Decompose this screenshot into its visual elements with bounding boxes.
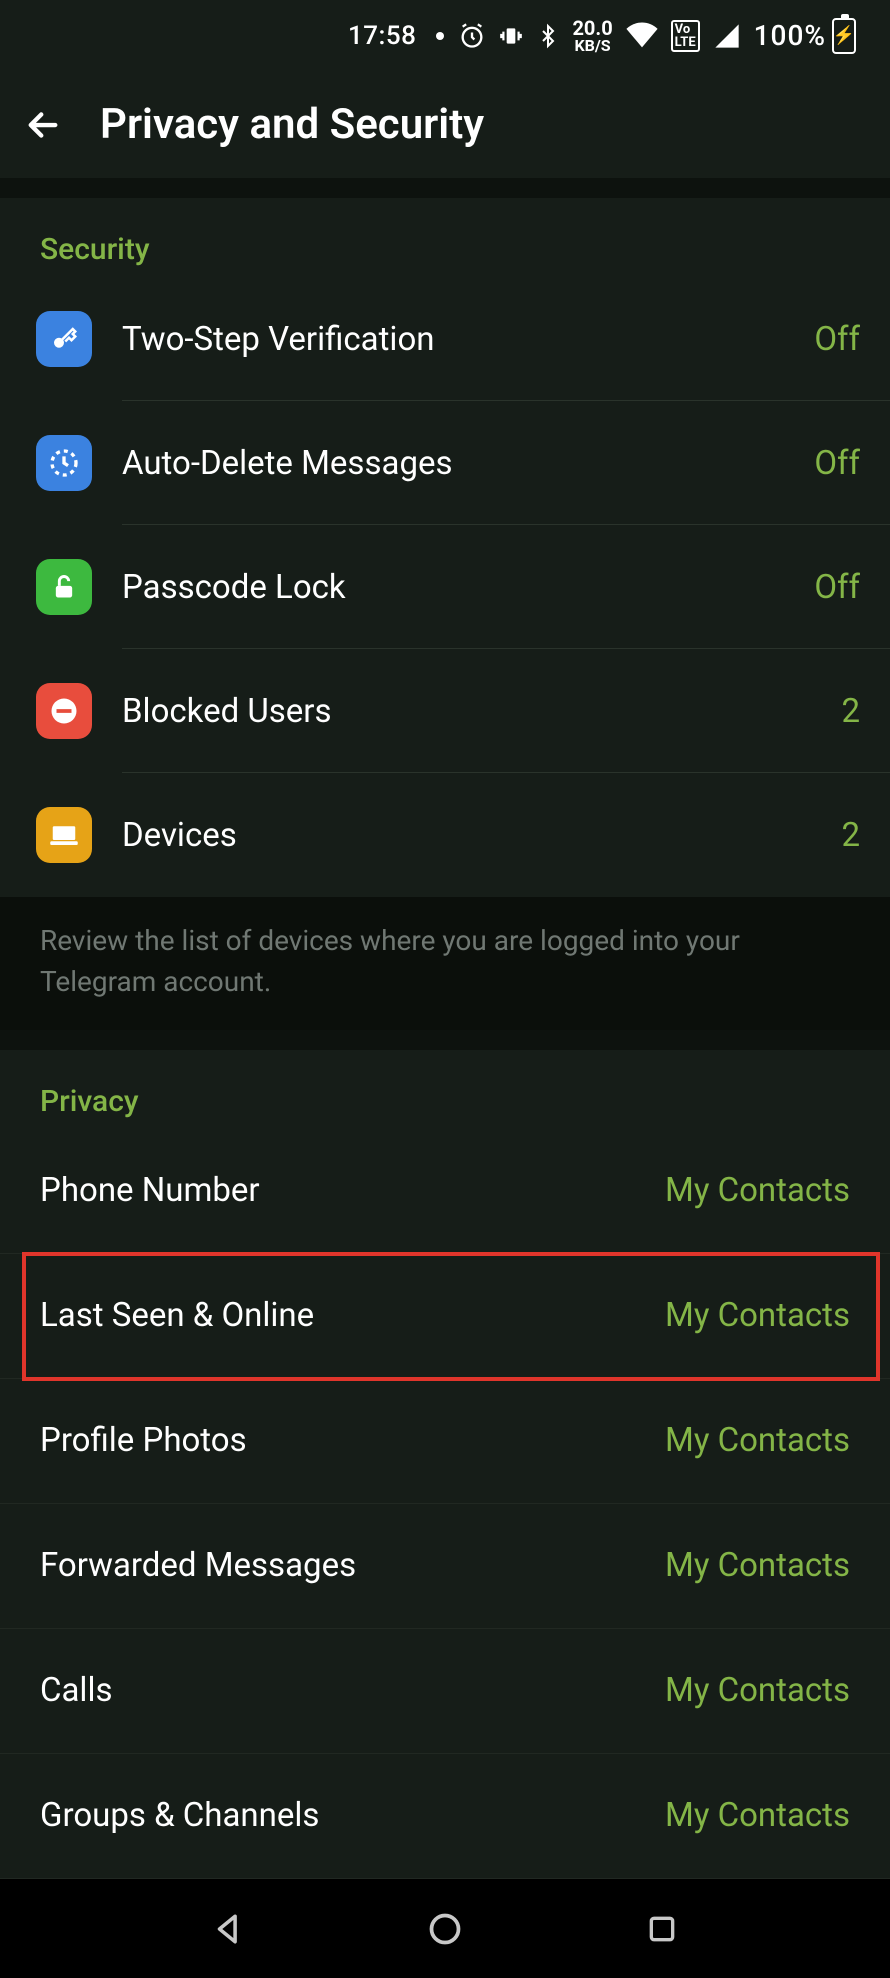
auto-delete-value: Off	[814, 444, 860, 483]
auto-delete-label: Auto-Delete Messages	[122, 444, 814, 483]
groups-value: My Contacts	[665, 1796, 850, 1835]
blocked-icon	[36, 683, 92, 739]
groups-label: Groups & Channels	[40, 1796, 319, 1835]
battery-percent: 100%	[754, 19, 826, 52]
last-seen-item[interactable]: Last Seen & Online My Contacts	[0, 1254, 890, 1379]
status-icons: 20.0 KB/S VoLTE 100% ⚡	[458, 18, 856, 54]
passcode-value: Off	[814, 568, 860, 607]
two-step-label: Two-Step Verification	[122, 320, 814, 359]
devices-icon	[36, 807, 92, 863]
security-section-title: Security	[0, 198, 890, 277]
status-time: 17:58	[348, 21, 416, 51]
phone-number-label: Phone Number	[40, 1171, 260, 1210]
android-nav-bar	[0, 1879, 890, 1978]
profile-photos-label: Profile Photos	[40, 1421, 247, 1460]
security-section: Security Two-Step Verification Off Auto-…	[0, 198, 890, 897]
privacy-section-title: Privacy	[0, 1050, 890, 1129]
privacy-section: Privacy Phone Number My Contacts Last Se…	[0, 1050, 890, 1879]
devices-item[interactable]: Devices 2	[0, 773, 890, 897]
key-icon	[36, 311, 92, 367]
data-rate: 20.0 KB/S	[572, 18, 612, 54]
devices-value: 2	[841, 816, 860, 855]
blocked-users-item[interactable]: Blocked Users 2	[0, 649, 890, 773]
profile-photos-item[interactable]: Profile Photos My Contacts	[0, 1379, 890, 1504]
vibrate-icon	[498, 23, 524, 49]
volte-icon: VoLTE	[671, 20, 700, 52]
passcode-label: Passcode Lock	[122, 568, 814, 607]
data-rate-number: 20.0	[572, 18, 612, 38]
two-step-value: Off	[814, 320, 860, 359]
blocked-value: 2	[841, 692, 860, 731]
calls-item[interactable]: Calls My Contacts	[0, 1629, 890, 1754]
forwarded-label: Forwarded Messages	[40, 1546, 356, 1585]
passcode-lock-item[interactable]: Passcode Lock Off	[0, 525, 890, 649]
last-seen-label: Last Seen & Online	[40, 1296, 314, 1335]
forwarded-value: My Contacts	[665, 1546, 850, 1585]
timer-icon	[36, 435, 92, 491]
profile-photos-value: My Contacts	[665, 1421, 850, 1460]
auto-delete-item[interactable]: Auto-Delete Messages Off	[0, 401, 890, 525]
status-bar: 17:58 20.0 KB/S VoLTE 10	[0, 0, 890, 71]
forwarded-item[interactable]: Forwarded Messages My Contacts	[0, 1504, 890, 1629]
back-arrow-icon[interactable]	[22, 104, 64, 146]
battery-icon: ⚡	[832, 18, 856, 54]
phone-number-value: My Contacts	[665, 1171, 850, 1210]
blocked-label: Blocked Users	[122, 692, 841, 731]
devices-label: Devices	[122, 816, 841, 855]
bluetooth-icon	[536, 21, 560, 51]
app-header: Privacy and Security	[0, 71, 890, 178]
lock-icon	[36, 559, 92, 615]
phone-number-item[interactable]: Phone Number My Contacts	[0, 1129, 890, 1254]
nav-back-button[interactable]	[205, 1906, 251, 1952]
calls-label: Calls	[40, 1671, 113, 1710]
calls-value: My Contacts	[665, 1671, 850, 1710]
alarm-icon	[458, 22, 486, 50]
groups-item[interactable]: Groups & Channels My Contacts	[0, 1754, 890, 1879]
signal-icon	[712, 22, 742, 50]
status-dot-icon	[436, 32, 444, 40]
last-seen-value: My Contacts	[665, 1296, 850, 1335]
two-step-verification-item[interactable]: Two-Step Verification Off	[0, 277, 890, 401]
page-title: Privacy and Security	[100, 100, 484, 149]
wifi-icon	[625, 21, 659, 51]
devices-note: Review the list of devices where you are…	[0, 897, 890, 1030]
nav-home-button[interactable]	[422, 1906, 468, 1952]
nav-recent-button[interactable]	[639, 1906, 685, 1952]
data-rate-unit: KB/S	[574, 38, 610, 54]
